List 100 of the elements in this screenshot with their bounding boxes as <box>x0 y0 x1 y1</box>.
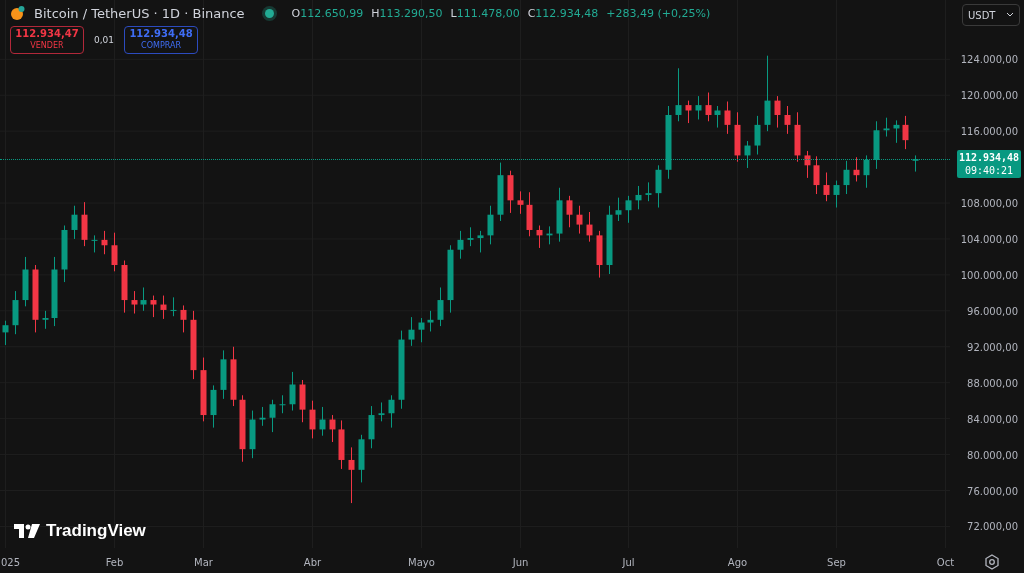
candlestick <box>507 170 514 214</box>
candlestick <box>269 399 276 433</box>
candlestick <box>606 205 613 275</box>
candlestick <box>170 296 177 317</box>
candlestick <box>823 172 830 202</box>
candlestick <box>220 349 227 400</box>
candlestick <box>289 371 296 412</box>
settings-button[interactable] <box>983 553 1001 571</box>
logo-text: TradingView <box>46 521 146 541</box>
candlestick <box>794 111 801 163</box>
candlestick <box>596 230 603 279</box>
price-axis-label: 88.000,00 <box>967 377 1018 389</box>
candlestick <box>902 115 909 150</box>
ohlc-value: H113.290,50 <box>371 6 443 20</box>
candlestick <box>378 401 385 422</box>
price-axis-label: 104.000,00 <box>960 233 1018 245</box>
candlestick <box>279 394 286 414</box>
candlestick <box>368 405 375 449</box>
candlestick <box>111 232 118 272</box>
candlestick <box>447 244 454 314</box>
buy-button[interactable]: 112.934,48 COMPRAR <box>124 26 199 54</box>
logo-icon <box>14 524 40 538</box>
price-axis-label: 96.000,00 <box>967 305 1018 317</box>
candlestick <box>655 164 662 208</box>
candlestick <box>319 406 326 437</box>
candlestick <box>576 205 583 235</box>
candlestick <box>121 260 128 314</box>
date-axis-label: 025 <box>1 557 21 568</box>
candlestick <box>418 317 425 343</box>
candlestick <box>61 225 68 283</box>
candlestick <box>566 195 573 228</box>
candlestick <box>883 117 890 138</box>
price-axis-label: 108.000,00 <box>960 198 1018 210</box>
candlestick <box>42 310 49 330</box>
candlestick <box>230 346 237 407</box>
candlestick <box>863 154 870 189</box>
candlestick <box>784 105 791 135</box>
candlestick <box>437 287 444 327</box>
candlestick <box>734 111 741 163</box>
price-change: +283,49 (+0,25%) <box>606 6 711 20</box>
candlestick <box>853 156 860 182</box>
candlestick <box>32 264 39 333</box>
candlestick <box>705 92 712 122</box>
candlestick <box>586 211 593 243</box>
candlestick <box>22 256 29 307</box>
coin-icon <box>10 5 26 21</box>
chevron-down-icon <box>1006 12 1014 18</box>
candlestick <box>160 295 167 320</box>
candlestick <box>180 304 187 333</box>
candlestick <box>190 310 197 380</box>
date-axis-label: Ago <box>727 557 748 568</box>
date-axis-label: Feb <box>105 557 124 568</box>
candlestick <box>536 225 543 249</box>
sell-button[interactable]: 112.934,47 VENDER <box>10 26 84 54</box>
candlestick <box>833 180 840 208</box>
candlestick <box>150 295 157 318</box>
currency-dropdown[interactable]: USDT <box>962 4 1020 26</box>
date-axis-label: Mayo <box>408 557 435 568</box>
price-axis-label: 72.000,00 <box>967 521 1018 533</box>
candlestick <box>685 100 692 124</box>
candlestick <box>299 379 306 423</box>
candlestick <box>744 140 751 169</box>
date-axis-label: Jun <box>512 557 529 568</box>
candlestick <box>695 95 702 120</box>
candlestick <box>517 190 524 215</box>
date-axis-label: Oct <box>936 557 955 568</box>
candlestick <box>259 406 266 427</box>
candlestick <box>329 414 336 443</box>
price-axis-label: 92.000,00 <box>967 341 1018 353</box>
candlestick <box>408 316 415 347</box>
date-axis-label: Mar <box>194 557 213 568</box>
candlestick <box>754 115 761 155</box>
date-axis-label: Sep <box>827 557 846 568</box>
candlestick <box>497 162 504 222</box>
candlestick <box>12 290 19 335</box>
candlestick <box>546 225 553 245</box>
candlestick <box>457 230 464 260</box>
price-axis-label: 100.000,00 <box>960 269 1018 281</box>
ohlc-value: O112.650,99 <box>291 6 364 20</box>
candlestick <box>427 310 434 332</box>
candlestick <box>467 226 474 247</box>
candlestick <box>51 256 58 327</box>
candlestick <box>893 119 900 144</box>
candlestick <box>487 205 494 245</box>
candlestick <box>101 230 108 255</box>
price-axis-label: 80.000,00 <box>967 449 1018 461</box>
candlestick <box>724 101 731 135</box>
candlestick <box>200 357 207 422</box>
price-axis-label: 120.000,00 <box>960 90 1018 102</box>
last-price-label: 112.934,48 09:40:21 <box>957 150 1021 178</box>
candlestick <box>645 181 652 202</box>
symbol-title[interactable]: Bitcoin / TetherUS · 1D · Binance <box>34 5 245 21</box>
candlestick <box>714 105 721 129</box>
candlestick <box>348 446 355 504</box>
candlestick <box>774 95 781 129</box>
candlestick <box>210 384 217 429</box>
candlestick <box>556 187 563 243</box>
price-axis-label: 116.000,00 <box>960 126 1018 138</box>
candlestick <box>358 434 365 483</box>
candlestick <box>635 185 642 210</box>
